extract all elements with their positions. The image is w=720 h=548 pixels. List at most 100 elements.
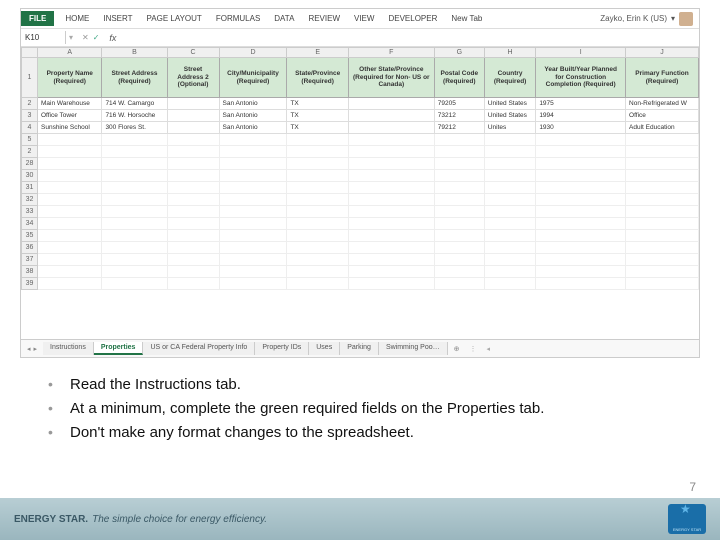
cell[interactable]: [626, 266, 699, 278]
cell[interactable]: [348, 194, 434, 206]
cell[interactable]: [38, 146, 102, 158]
ribbon-tab-view[interactable]: VIEW: [347, 11, 381, 26]
cell[interactable]: [434, 242, 484, 254]
row-header[interactable]: 35: [22, 230, 38, 242]
cell[interactable]: [219, 242, 287, 254]
cell[interactable]: [102, 218, 167, 230]
ribbon-tab-home[interactable]: HOME: [58, 11, 96, 26]
cell[interactable]: [287, 266, 348, 278]
column-header-cell[interactable]: Primary Function (Required): [626, 58, 699, 98]
cell[interactable]: [287, 254, 348, 266]
cell[interactable]: [167, 254, 219, 266]
cell[interactable]: [38, 242, 102, 254]
cell[interactable]: [219, 194, 287, 206]
cell[interactable]: 79212: [434, 122, 484, 134]
row-header[interactable]: 2: [22, 98, 38, 110]
cell[interactable]: [167, 230, 219, 242]
column-header-cell[interactable]: Country (Required): [484, 58, 535, 98]
cell[interactable]: [536, 278, 626, 290]
cell[interactable]: [219, 182, 287, 194]
cell[interactable]: [219, 254, 287, 266]
user-area[interactable]: Zayko, Erin K (US)▾: [600, 12, 699, 26]
cell[interactable]: [536, 218, 626, 230]
cell[interactable]: [102, 134, 167, 146]
cell[interactable]: [484, 134, 535, 146]
cell[interactable]: [484, 278, 535, 290]
cell[interactable]: [348, 254, 434, 266]
cell[interactable]: 73212: [434, 110, 484, 122]
cell[interactable]: [102, 242, 167, 254]
cell[interactable]: [287, 134, 348, 146]
cell[interactable]: [536, 182, 626, 194]
sheet-tab-uses[interactable]: Uses: [309, 342, 340, 355]
cell[interactable]: [348, 230, 434, 242]
cell[interactable]: San Antonio: [219, 98, 287, 110]
cell[interactable]: [348, 170, 434, 182]
cell[interactable]: [626, 206, 699, 218]
column-header-cell[interactable]: Other State/Province (Required for Non- …: [348, 58, 434, 98]
cell[interactable]: [219, 134, 287, 146]
row-header[interactable]: 3: [22, 110, 38, 122]
row-header[interactable]: 30: [22, 170, 38, 182]
cell[interactable]: United States: [484, 98, 535, 110]
cell[interactable]: [626, 242, 699, 254]
cell[interactable]: [167, 266, 219, 278]
cell[interactable]: [434, 170, 484, 182]
col-header[interactable]: J: [626, 48, 699, 58]
column-header-cell[interactable]: Street Address 2 (Optional): [167, 58, 219, 98]
cell[interactable]: [167, 98, 219, 110]
cell[interactable]: [434, 146, 484, 158]
col-header[interactable]: I: [536, 48, 626, 58]
cell[interactable]: San Antonio: [219, 110, 287, 122]
cell[interactable]: [484, 254, 535, 266]
cell[interactable]: [484, 206, 535, 218]
cell[interactable]: [348, 182, 434, 194]
cell[interactable]: 1930: [536, 122, 626, 134]
row-header[interactable]: 38: [22, 266, 38, 278]
cell[interactable]: [219, 146, 287, 158]
name-box[interactable]: K10: [21, 31, 66, 44]
cell[interactable]: Office Tower: [38, 110, 102, 122]
cell[interactable]: [484, 230, 535, 242]
ribbon-tab-insert[interactable]: INSERT: [96, 11, 139, 26]
cell[interactable]: [626, 194, 699, 206]
cell[interactable]: [348, 98, 434, 110]
cell[interactable]: [348, 110, 434, 122]
cell[interactable]: [626, 182, 699, 194]
select-all[interactable]: [22, 48, 38, 58]
sheet-tab-properties[interactable]: Properties: [94, 342, 144, 355]
cancel-icon[interactable]: ✕: [82, 33, 89, 42]
cell[interactable]: [626, 278, 699, 290]
cell[interactable]: [536, 158, 626, 170]
row-header[interactable]: 31: [22, 182, 38, 194]
row-header[interactable]: 37: [22, 254, 38, 266]
cell[interactable]: [287, 146, 348, 158]
sheet-tab-us-or-ca-federal-property-info[interactable]: US or CA Federal Property Info: [143, 342, 255, 355]
cell[interactable]: [434, 254, 484, 266]
row-header[interactable]: 34: [22, 218, 38, 230]
sheet-tab-swimming-poo-[interactable]: Swimming Poo…: [379, 342, 448, 355]
ribbon-tab-developer[interactable]: DEVELOPER: [381, 11, 444, 26]
cell[interactable]: [484, 182, 535, 194]
file-tab[interactable]: FILE: [21, 11, 54, 26]
cell[interactable]: [102, 158, 167, 170]
fx-label[interactable]: fx: [105, 33, 116, 43]
cell[interactable]: [348, 158, 434, 170]
cell[interactable]: [287, 158, 348, 170]
cell[interactable]: [434, 158, 484, 170]
cell[interactable]: [38, 170, 102, 182]
cell[interactable]: [287, 218, 348, 230]
ribbon-tab-review[interactable]: REVIEW: [301, 11, 347, 26]
cell[interactable]: Main Warehouse: [38, 98, 102, 110]
cell[interactable]: United States: [484, 110, 535, 122]
row-header[interactable]: 32: [22, 194, 38, 206]
column-header-cell[interactable]: Postal Code (Required): [434, 58, 484, 98]
cell[interactable]: [167, 206, 219, 218]
cell[interactable]: [219, 218, 287, 230]
cell[interactable]: [536, 266, 626, 278]
cell[interactable]: TX: [287, 98, 348, 110]
cell[interactable]: TX: [287, 110, 348, 122]
ribbon-tab-page-layout[interactable]: PAGE LAYOUT: [140, 11, 209, 26]
cell[interactable]: [348, 122, 434, 134]
cell[interactable]: [287, 206, 348, 218]
